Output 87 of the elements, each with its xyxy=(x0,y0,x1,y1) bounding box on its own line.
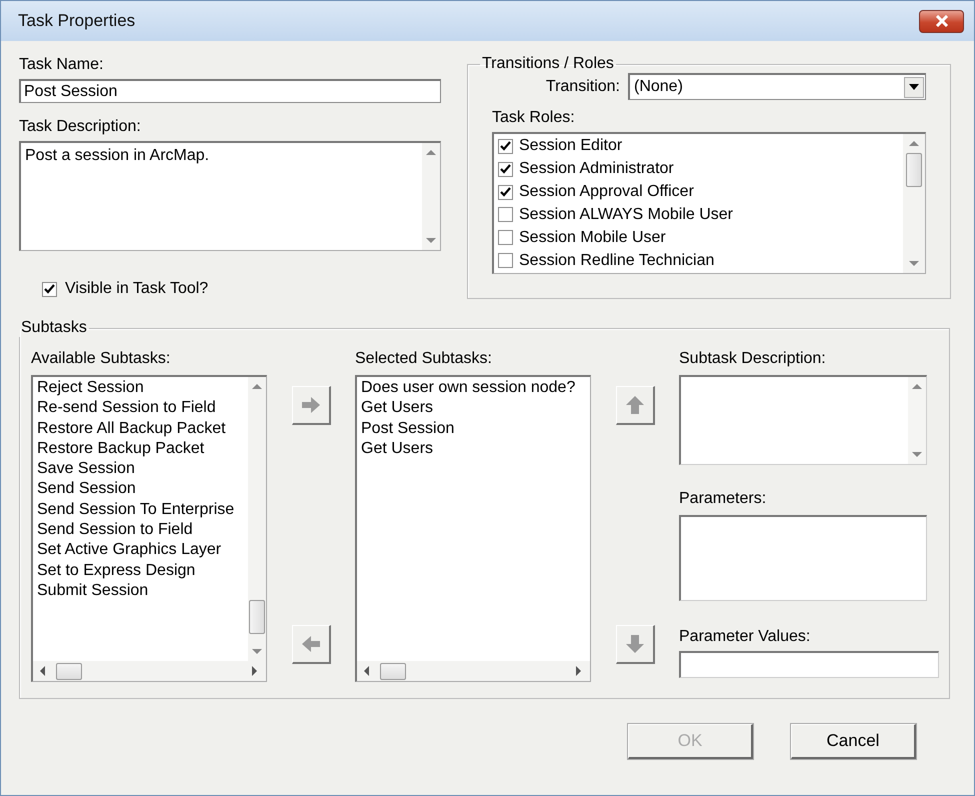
up-arrow-icon xyxy=(624,394,646,416)
add-subtask-button[interactable] xyxy=(292,386,330,425)
dropdown-button[interactable] xyxy=(904,76,924,98)
group-title: Subtasks xyxy=(20,319,88,337)
list-item[interactable]: Post Session xyxy=(361,418,586,439)
close-icon xyxy=(934,15,948,27)
window-title: Task Properties xyxy=(18,11,136,31)
roles-list[interactable]: Session Editor Session Administrator Session Approval Officer Session ALWAYS Mobile User Session Mobile User Session Redline Technician xyxy=(492,132,926,274)
scroll-down-icon xyxy=(912,451,922,458)
scroll-left-icon xyxy=(39,666,46,676)
role-label: Session Approval Officer xyxy=(519,182,694,202)
list-item[interactable]: Set Active Graphics Layer xyxy=(37,540,244,561)
field-label: Parameters: xyxy=(679,489,768,509)
field-label: Parameter Values: xyxy=(679,627,812,647)
move-down-button[interactable] xyxy=(616,625,654,664)
list-item[interactable]: Get Users xyxy=(361,398,586,419)
vertical-scrollbar[interactable] xyxy=(908,377,926,464)
group-title: Transitions / Roles xyxy=(481,55,615,73)
field-label: Transition: xyxy=(546,76,620,96)
field-label: Subtask Description: xyxy=(679,349,827,369)
checkbox[interactable] xyxy=(498,230,513,246)
selected-subtasks-list[interactable]: Does user own session node? Get Users Post Session Get Users xyxy=(355,375,591,682)
list-item[interactable]: Restore All Backup Packet xyxy=(37,418,244,439)
scroll-thumb[interactable] xyxy=(906,153,922,187)
field-label: Task Name: xyxy=(19,55,104,75)
vertical-scrollbar[interactable] xyxy=(903,134,925,273)
field-label: Selected Subtasks: xyxy=(355,349,493,369)
parameters-field[interactable] xyxy=(679,515,927,601)
dialog-button[interactable]: Cancel xyxy=(791,724,916,759)
checkbox[interactable] xyxy=(498,253,513,268)
scroll-up-icon xyxy=(909,140,919,147)
scroll-right-icon xyxy=(251,666,258,676)
list-item[interactable]: Restore Backup Packet xyxy=(37,438,244,460)
list-item[interactable]: Send Session to Field xyxy=(37,520,244,540)
task-name-field[interactable]: Post Session xyxy=(19,79,441,103)
task-description-field[interactable]: Post a session in ArcMap. xyxy=(19,141,441,251)
parameter-values-field[interactable] xyxy=(679,651,939,678)
scroll-thumb[interactable] xyxy=(380,662,406,680)
transition-dropdown[interactable]: (None) xyxy=(628,73,926,100)
list-item[interactable]: Send Session xyxy=(37,479,244,500)
list-item[interactable]: Reject Session xyxy=(37,378,244,398)
available-subtasks-list[interactable] xyxy=(31,375,267,682)
scroll-down-icon xyxy=(426,237,436,244)
checkbox[interactable] xyxy=(42,282,57,296)
field-label: Task Description: xyxy=(19,117,142,137)
checkbox-label: Visible in Task Tool? xyxy=(65,279,208,299)
checkbox[interactable] xyxy=(498,138,513,154)
caret-icon xyxy=(909,84,919,90)
scroll-down-icon xyxy=(909,260,919,267)
dropdown-value: (None) xyxy=(634,77,683,97)
list-item[interactable]: Submit Session xyxy=(37,580,244,602)
scroll-left-icon xyxy=(363,666,370,676)
role-label: Session Editor xyxy=(519,136,622,156)
field-label: Available Subtasks: xyxy=(31,349,172,369)
list-item[interactable]: Send Session To Enterprise xyxy=(37,500,244,520)
horizontal-scrollbar[interactable] xyxy=(33,661,266,681)
checkbox[interactable] xyxy=(498,207,513,222)
description-text: Post a session in ArcMap. xyxy=(24,146,210,166)
vertical-scrollbar[interactable] xyxy=(422,143,440,250)
right-arrow-icon xyxy=(300,394,322,416)
checkbox[interactable] xyxy=(498,184,513,200)
list-item[interactable]: Get Users xyxy=(361,438,586,460)
vertical-scrollbar[interactable] xyxy=(248,377,266,661)
left-arrow-icon xyxy=(300,633,322,655)
list-item[interactable]: Re-send Session to Field xyxy=(37,398,244,419)
scroll-right-icon xyxy=(575,666,582,676)
close-button[interactable] xyxy=(919,10,964,32)
checkbox[interactable] xyxy=(498,162,513,177)
role-label: Session Redline Technician xyxy=(519,250,714,271)
list-item[interactable]: Save Session xyxy=(37,459,244,480)
role-label: Session ALWAYS Mobile User xyxy=(519,204,734,225)
role-label: Session Administrator xyxy=(519,159,674,180)
list-item[interactable]: Set to Express Design xyxy=(37,560,244,581)
scroll-up-icon xyxy=(252,383,262,390)
horizontal-scrollbar[interactable] xyxy=(357,661,590,681)
field-label: Task Roles: xyxy=(492,108,576,128)
list-item[interactable]: Does user own session node? xyxy=(361,378,586,398)
role-label: Session Mobile User xyxy=(519,228,666,248)
scroll-up-icon xyxy=(426,149,436,156)
scroll-down-icon xyxy=(252,648,262,655)
scroll-up-icon xyxy=(912,383,922,390)
move-up-button[interactable] xyxy=(616,386,654,425)
down-arrow-icon xyxy=(624,633,646,655)
scroll-thumb[interactable] xyxy=(249,600,265,634)
scroll-thumb[interactable] xyxy=(56,662,82,680)
remove-subtask-button[interactable] xyxy=(292,625,330,664)
subtask-description-field[interactable] xyxy=(679,375,927,465)
